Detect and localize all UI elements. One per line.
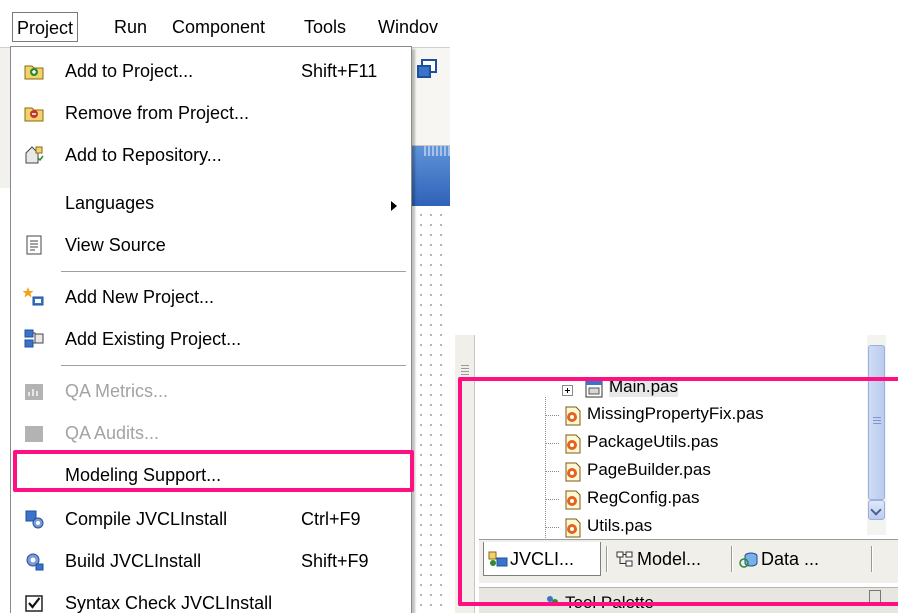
menu-item-shortcut: Shift+F9 [301,551,369,571]
remove-from-project-icon [24,107,44,122]
menu-item-shortcut: Shift+F11 [301,61,378,81]
menu-item-view-source[interactable]: View Source [11,225,411,267]
menu-item-add-to-repository[interactable]: Add to Repository... [11,135,411,177]
menu-item-languages[interactable]: Languages [11,183,411,225]
menu-item-syntax-check[interactable]: Syntax Check JVCLInstall [11,583,411,613]
menu-separator [61,365,406,367]
menu-item-label: Syntax Check JVCLInstall [65,593,273,613]
windows-icon[interactable] [416,58,438,80]
menu-item-label: Add to Repository... [65,145,222,165]
menu-tools[interactable]: Tools [300,12,350,42]
add-existing-project-icon [24,329,44,348]
menu-item-label: Languages [65,193,155,213]
menu-item-label: Add to Project... [65,61,194,81]
title-grip [424,146,450,156]
submenu-arrow-icon [391,201,397,211]
form-designer-grid [412,206,450,613]
menu-project[interactable]: Project [12,12,79,42]
compile-icon [25,510,44,529]
menu-item-qa-audits[interactable]: QA Audits... [11,413,411,455]
add-new-project-icon [23,287,44,306]
menu-item-label: Add New Project... [65,287,215,307]
highlight-project-tree [458,377,898,606]
view-source-icon [26,235,42,255]
menu-item-add-new-project[interactable]: Add New Project... [11,277,411,319]
project-menu-dropdown: Add to Project... Shift+F11 Remove from … [10,46,412,613]
menu-separator [61,271,406,273]
menu-item-label: QA Metrics... [65,381,169,401]
build-icon [26,553,44,571]
qa-metrics-icon [25,384,43,400]
menu-item-compile[interactable]: Compile JVCLInstall Ctrl+F9 [11,499,411,541]
menu-window[interactable]: Windov [374,12,442,42]
menu-item-build[interactable]: Build JVCLInstall Shift+F9 [11,541,411,583]
menu-item-shortcut: Ctrl+F9 [301,509,361,529]
menu-item-label: QA Audits... [65,423,160,443]
menu-item-qa-metrics[interactable]: QA Metrics... [11,371,411,413]
menu-component[interactable]: Component [168,12,269,42]
add-to-repository-icon [25,146,44,164]
menu-item-label: Remove from Project... [65,103,250,123]
menu-run[interactable]: Run [110,12,151,42]
add-to-project-icon [24,65,44,80]
syntax-check-icon [25,595,43,612]
menu-item-label: Build JVCLInstall [65,551,202,571]
menu-item-label: Add Existing Project... [65,329,242,349]
highlight-modeling-support [13,450,414,492]
menu-bar: Project Run Component Tools Windov [0,0,450,48]
menu-item-label: Compile JVCLInstall [65,509,228,529]
menu-item-add-to-project[interactable]: Add to Project... Shift+F11 [11,51,411,93]
menu-item-add-existing-project[interactable]: Add Existing Project... [11,319,411,361]
menu-item-remove-from-project[interactable]: Remove from Project... [11,93,411,135]
ide-main-window: Project Run Component Tools Windov Add t… [0,0,450,613]
menu-item-label: View Source [65,235,166,255]
qa-audits-icon [25,426,43,442]
